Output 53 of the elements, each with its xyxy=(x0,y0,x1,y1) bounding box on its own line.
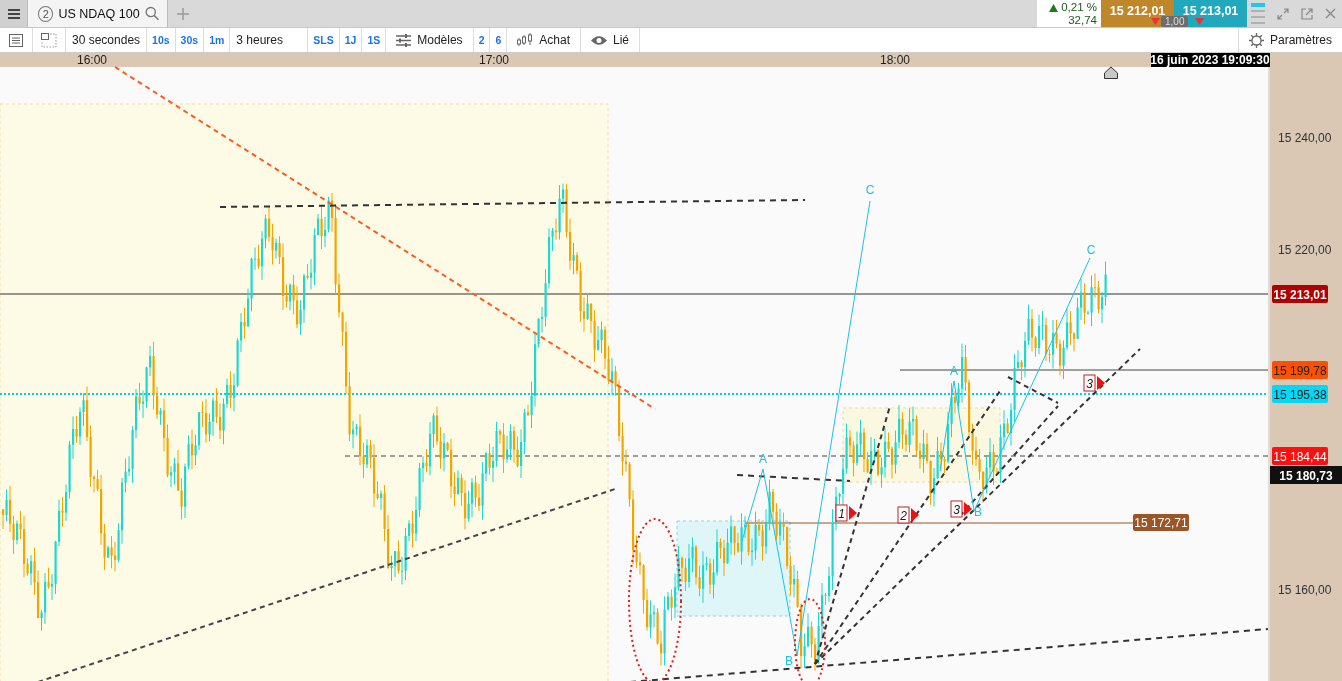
cursor-time-label: 16 juin 2023 19:09:30 xyxy=(1150,53,1270,67)
wave-label: B xyxy=(974,505,982,519)
layout-icon[interactable] xyxy=(41,32,57,48)
shortcut-button[interactable]: 6 xyxy=(490,28,508,52)
interval-select[interactable]: 30 secondes xyxy=(66,28,148,52)
wave-label: C xyxy=(865,183,875,197)
settings-button[interactable]: Paramètres xyxy=(1237,28,1342,52)
eye-icon xyxy=(591,34,607,46)
down-triangle-icon xyxy=(1195,18,1204,25)
chart-type-button[interactable]: Achat xyxy=(507,28,581,52)
link-button[interactable]: Lié xyxy=(581,28,640,52)
plus-icon xyxy=(177,7,189,20)
shortcut-button[interactable]: 2 xyxy=(473,28,491,52)
search-icon[interactable] xyxy=(144,6,159,21)
wave-label: B xyxy=(785,654,793,668)
candles-icon xyxy=(517,33,534,47)
shortcut-button[interactable]: 10s xyxy=(147,28,176,52)
change-points: 32,74 xyxy=(1068,14,1097,27)
instrument-tab[interactable]: 2 US NDAQ 100 xyxy=(28,0,168,27)
price-marker: 15 184,44 xyxy=(1272,447,1328,465)
price-marker: 15 213,01 xyxy=(1272,285,1328,303)
menu-icon xyxy=(7,8,20,19)
price-tick: 15 220,00 xyxy=(1278,243,1332,257)
shortcut-button[interactable]: SLS xyxy=(308,28,340,52)
time-label: 17:00 xyxy=(479,53,509,67)
spread-badge: 1,00 xyxy=(1161,16,1189,27)
price-marker: 15 180,73 xyxy=(1270,466,1342,484)
wave-label: C xyxy=(1086,243,1096,257)
shortcut-button[interactable]: 30s xyxy=(175,28,205,52)
close-icon[interactable] xyxy=(1325,8,1336,19)
templates-button[interactable]: Modèles xyxy=(386,28,474,52)
settings-icon xyxy=(1248,32,1264,48)
time-label: 18:00 xyxy=(880,53,910,67)
change-percent: 0,21 % xyxy=(1061,1,1097,14)
wave-label: A xyxy=(759,452,767,466)
interval-select[interactable]: 3 heures xyxy=(230,28,309,52)
price-marker: 15 195,38 xyxy=(1272,385,1328,403)
price-tag: 15 172,71 xyxy=(1133,514,1189,531)
price-tick: 15 160,00 xyxy=(1278,583,1332,597)
popout-icon[interactable] xyxy=(1301,7,1313,20)
shortcut-button[interactable]: 1S xyxy=(362,28,387,52)
list-icon[interactable] xyxy=(9,33,23,47)
expand-icon[interactable] xyxy=(1277,7,1289,20)
shortcut-button[interactable]: 1m xyxy=(204,28,231,52)
sliders-icon xyxy=(396,33,412,47)
down-triangle-icon xyxy=(1151,18,1160,25)
time-label: 16:00 xyxy=(77,53,107,67)
price-tick: 15 240,00 xyxy=(1278,131,1332,145)
shortcut-button[interactable]: 1J xyxy=(339,28,363,52)
menu-button[interactable] xyxy=(0,0,28,27)
wave-label: A xyxy=(950,364,958,378)
price-marker: 15 199,78 xyxy=(1272,361,1328,379)
tab-title: US NDAQ 100 xyxy=(58,6,140,21)
